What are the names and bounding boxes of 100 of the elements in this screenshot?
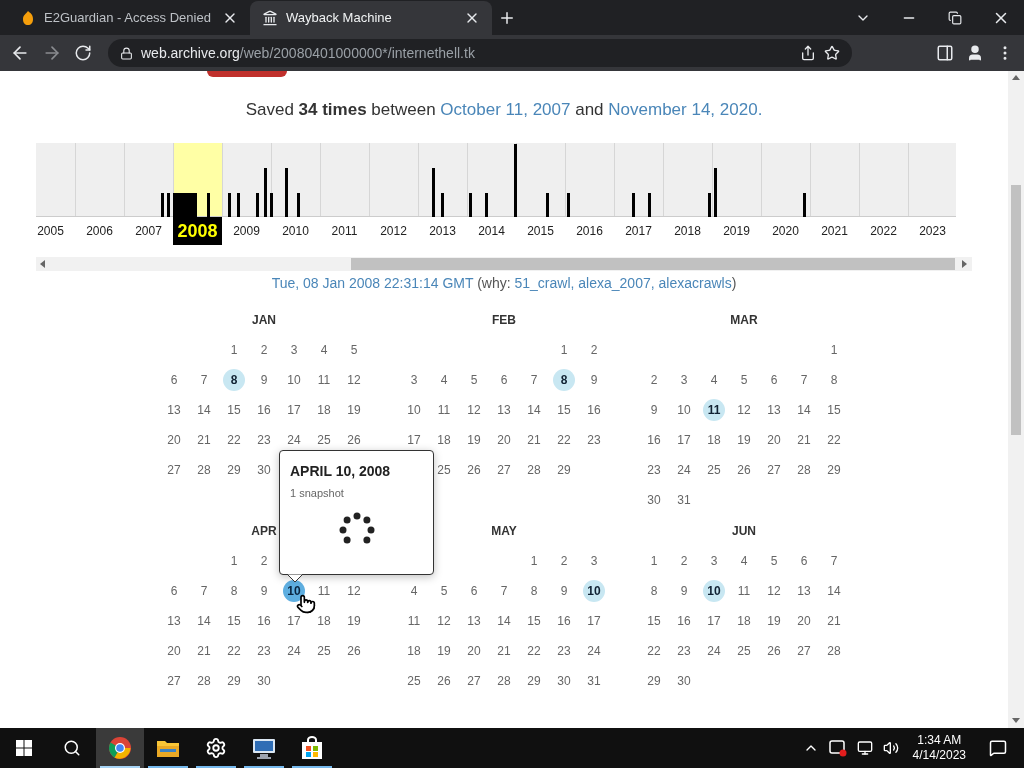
year-label[interactable]: 2015 [527, 222, 554, 240]
year-label[interactable]: 2023 [919, 222, 946, 240]
reason-link[interactable]: 51_crawl, [514, 275, 575, 291]
year-label[interactable]: 2016 [576, 222, 603, 240]
calendar-day: 3 [583, 550, 605, 572]
side-panel-icon[interactable] [936, 44, 954, 62]
calendar-day: 8 [643, 580, 665, 602]
browser-tab[interactable]: E2Guardian - Access Denied [8, 1, 250, 35]
year-label[interactable]: 2020 [772, 222, 799, 240]
new-tab-icon[interactable] [498, 9, 516, 27]
calendar-day[interactable]: 8 [223, 369, 245, 391]
calendar-day: 20 [793, 610, 815, 632]
histogram-bar [285, 168, 288, 217]
calendar-day: 30 [673, 670, 695, 692]
calendar-day: 25 [403, 670, 425, 692]
windows-start-icon[interactable] [16, 740, 32, 756]
year-label[interactable]: 2014 [478, 222, 505, 240]
reason-link[interactable]: alexa_2007, [578, 275, 655, 291]
calendar-day: 24 [283, 429, 305, 451]
calendar-day: 27 [163, 459, 185, 481]
scroll-down-icon[interactable] [1012, 718, 1020, 724]
volume-icon[interactable] [882, 740, 899, 756]
year-label[interactable]: 2008 [173, 217, 222, 245]
year-label[interactable]: 2013 [429, 222, 456, 240]
scroll-left-icon[interactable] [40, 260, 46, 268]
year-label[interactable]: 2006 [86, 222, 113, 240]
taskbar-app[interactable] [96, 728, 144, 768]
calendar-day: 17 [673, 429, 695, 451]
calendar-day: 4 [703, 369, 725, 391]
calendar-day: 21 [193, 640, 215, 662]
year-label[interactable]: 2017 [625, 222, 652, 240]
calendar-day: 13 [763, 399, 785, 421]
reason-link[interactable]: alexacrawls [658, 275, 732, 291]
share-icon[interactable] [800, 45, 816, 61]
calendar-day: 18 [403, 640, 425, 662]
clock[interactable]: 1:34 AM 4/14/2023 [908, 733, 970, 763]
reload-icon[interactable] [74, 44, 92, 62]
histogram-bar [228, 193, 231, 217]
bookmark-star-icon[interactable] [824, 45, 840, 61]
scrollbar-thumb[interactable] [1011, 185, 1021, 435]
calendar-day: 14 [493, 610, 515, 632]
calendar-day: 27 [793, 640, 815, 662]
year-label[interactable]: 2018 [674, 222, 701, 240]
address-bar[interactable]: web.archive.org/web/20080401000000*/internethell.tk [108, 39, 852, 67]
calendar-day: 9 [643, 399, 665, 421]
year-label[interactable]: 2010 [282, 222, 309, 240]
profile-icon[interactable] [966, 44, 984, 62]
scroll-right-icon[interactable] [962, 260, 968, 268]
calendar-day: 10 [403, 399, 425, 421]
month-heading: APR [251, 522, 277, 540]
scroll-up-icon[interactable] [1012, 75, 1020, 81]
calendar-day: 23 [553, 640, 575, 662]
calendar-day: 26 [433, 670, 455, 692]
calendar-day[interactable]: 8 [553, 369, 575, 391]
calendar-day: 18 [733, 610, 755, 632]
calendar-day: 2 [253, 550, 275, 572]
date-link[interactable]: November 14, 2020. [608, 100, 763, 119]
network-icon[interactable] [856, 740, 873, 756]
timestamp-link[interactable]: Tue, 08 Jan 2008 22:31:14 GMT [271, 275, 474, 291]
tray-app-icon[interactable] [828, 739, 847, 757]
date-link[interactable]: October 11, 2007 [440, 100, 571, 119]
calendar-day: 17 [703, 610, 725, 632]
year-label[interactable]: 2011 [331, 222, 358, 240]
year-label[interactable]: 2005 [37, 222, 64, 240]
calendar-day: 2 [253, 339, 275, 361]
calendar-day[interactable]: 10 [283, 580, 305, 602]
calendar-day: 6 [163, 369, 185, 391]
calendar-day: 22 [523, 640, 545, 662]
settings-icon [205, 737, 227, 759]
calendar-day: 12 [343, 580, 365, 602]
notifications-icon[interactable] [989, 739, 1007, 757]
histogram-bar [567, 193, 570, 217]
search-icon[interactable] [63, 739, 81, 757]
horizontal-scrollbar[interactable] [36, 257, 972, 271]
calendar-day: 14 [193, 610, 215, 632]
calendar-day: 7 [193, 369, 215, 391]
calendar-day[interactable]: 10 [703, 580, 725, 602]
calendar-day: 20 [493, 429, 515, 451]
calendar-day: 11 [433, 399, 455, 421]
calendar-day: 22 [223, 429, 245, 451]
restore-icon[interactable] [948, 10, 962, 25]
year-label[interactable]: 2021 [821, 222, 848, 240]
year-label[interactable]: 2007 [135, 222, 162, 240]
browser-tab[interactable]: Wayback Machine [250, 1, 492, 35]
vertical-scrollbar[interactable] [1008, 71, 1024, 728]
calendar-day: 1 [523, 550, 545, 572]
calendar-day: 3 [703, 550, 725, 572]
calendar-day[interactable]: 11 [703, 399, 725, 421]
year-label[interactable]: 2019 [723, 222, 750, 240]
calendar-day: 11 [313, 580, 335, 602]
year-label[interactable]: 2012 [380, 222, 407, 240]
year-label[interactable]: 2022 [870, 222, 897, 240]
year-label[interactable]: 2009 [233, 222, 260, 240]
calendar-day[interactable]: 10 [583, 580, 605, 602]
calendar-day: 13 [793, 580, 815, 602]
calendar-day: 24 [583, 640, 605, 662]
calendar-day: 1 [643, 550, 665, 572]
calendar-day: 31 [583, 670, 605, 692]
scrollbar-thumb[interactable] [351, 258, 955, 270]
calendar-day: 20 [463, 640, 485, 662]
